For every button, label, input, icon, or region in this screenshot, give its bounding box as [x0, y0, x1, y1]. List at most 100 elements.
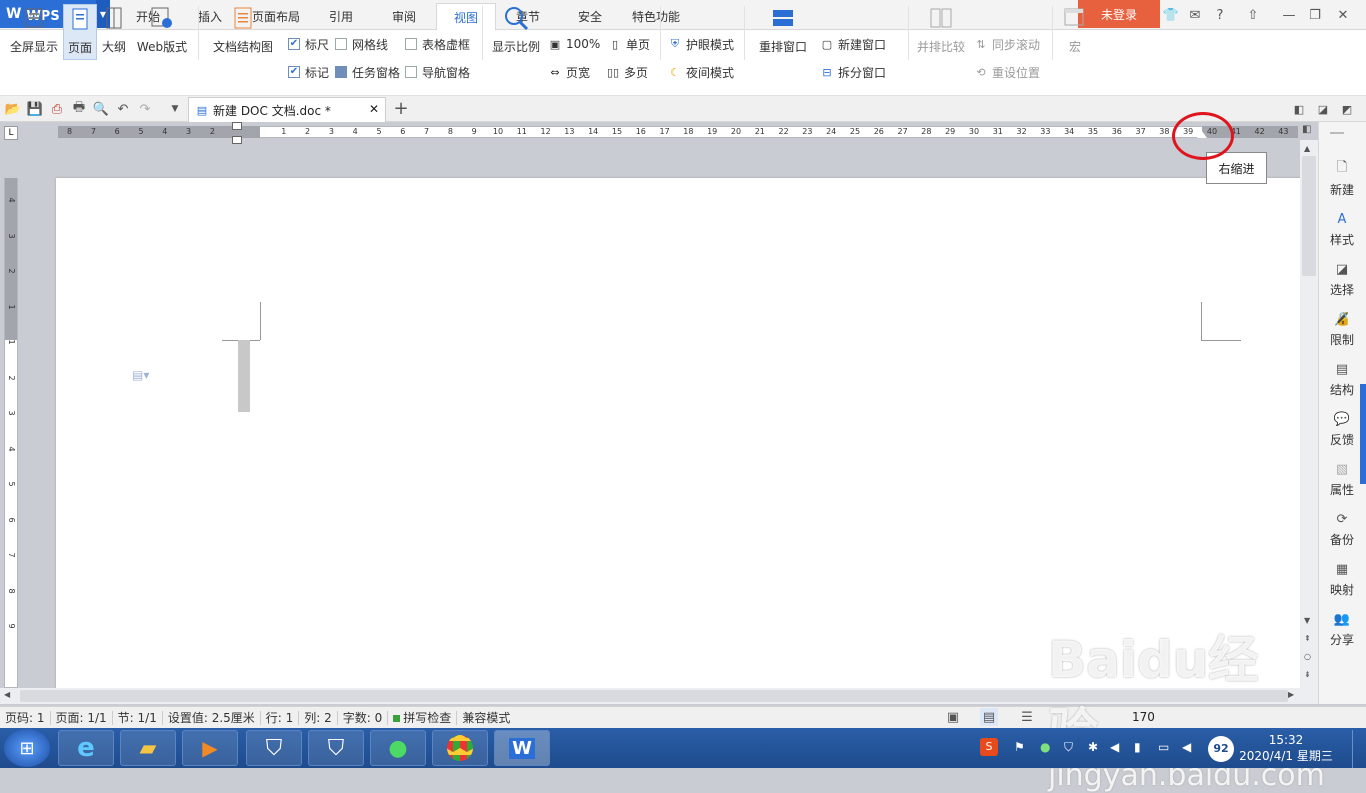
arrange-window-button[interactable]: 重排窗口 — [752, 4, 814, 60]
sidebar-item-select[interactable]: ◪ 选择 — [1318, 252, 1366, 300]
tray-speaker-icon[interactable]: ◀ — [1110, 740, 1119, 754]
sidebar-item-structure[interactable]: ▤ 结构 — [1318, 352, 1366, 400]
new-tab-icon[interactable]: + — [392, 98, 410, 119]
side-by-side-button[interactable]: 并排比较 — [914, 4, 968, 60]
task-pane-checkbox[interactable]: 任务窗格 — [335, 62, 400, 82]
document-tab[interactable]: ▤ 新建 DOC 文档.doc * ✕ — [188, 97, 386, 122]
tray-badge[interactable]: 92 — [1208, 736, 1234, 762]
zoom-button[interactable]: 显示比例 — [490, 4, 542, 60]
outline-icon — [101, 4, 127, 32]
taskbar-wps[interactable]: W — [494, 730, 550, 766]
paste-options-icon[interactable]: ▤▾ — [132, 368, 160, 382]
start-button[interactable]: ⊞ — [4, 729, 50, 767]
night-mode-button[interactable]: ☾ 夜间模式 — [668, 62, 734, 82]
sidebar-item-feedback[interactable]: 💬 反馈 — [1318, 402, 1366, 450]
tray-shield-icon[interactable]: ⛉ — [1064, 740, 1073, 755]
close-icon[interactable]: ✕ — [1334, 6, 1352, 24]
marks-checkbox[interactable]: ✔ 标记 — [288, 62, 329, 82]
restore-icon[interactable]: ❐ — [1306, 6, 1324, 24]
grid-checkbox[interactable]: 网格线 — [335, 34, 388, 54]
vertical-scroll-thumb[interactable] — [1302, 156, 1316, 276]
close-tab-icon[interactable]: ✕ — [369, 102, 379, 116]
tray-usb-icon[interactable]: ▮ — [1134, 740, 1141, 754]
ruler-toggle-icon[interactable]: ◧ — [1302, 124, 1314, 136]
taskbar-security-2[interactable]: ⛉ — [308, 730, 364, 766]
sync-scroll-button[interactable]: ⇅ 同步滚动 — [974, 34, 1040, 54]
sogou-icon[interactable]: S — [980, 738, 998, 756]
arrange-icon — [770, 4, 796, 32]
clock[interactable]: 15:32 2020/4/1 星期三 — [1236, 732, 1336, 766]
taskbar-explorer[interactable]: ▰ — [120, 730, 176, 766]
split-window-button[interactable]: ⊟ 拆分窗口 — [820, 62, 886, 82]
one-page-button[interactable]: ▯ 单页 — [608, 34, 650, 54]
macro-button[interactable]: 宏 — [1058, 4, 1092, 60]
eye-mode-button[interactable]: ⛨ 护眼模式 — [668, 34, 734, 54]
ruler-checkbox[interactable]: ✔ 标尺 — [288, 34, 329, 54]
ruler-number: 2 — [305, 127, 311, 136]
sidebar-item-restrict[interactable]: 🔏 限制 — [1318, 302, 1366, 350]
taskbar-ie[interactable]: e — [58, 730, 114, 766]
tab-references[interactable]: 引用 — [312, 3, 370, 30]
scroll-up-icon[interactable]: ▲ — [1304, 144, 1310, 153]
full-screen-view-icon[interactable]: ▣ — [944, 708, 962, 726]
tray-flag-icon[interactable]: ⚑ — [1014, 740, 1025, 754]
chat-icon[interactable]: ✉ — [1186, 6, 1204, 24]
print-preview-icon[interactable]: 🔍 — [92, 100, 110, 118]
nav-pane-checkbox[interactable]: 导航窗格 — [405, 62, 470, 82]
tray-wechat-icon[interactable]: ● — [1040, 740, 1050, 754]
sidebar-item-backup[interactable]: ⟳ 备份 — [1318, 502, 1366, 550]
doc-icon[interactable]: ◧ — [1290, 100, 1308, 118]
undo-icon[interactable]: ↶ — [114, 100, 132, 118]
show-desktop-button[interactable] — [1352, 730, 1366, 768]
tab-review[interactable]: 审阅 — [374, 3, 434, 30]
reset-position-button[interactable]: ⟲ 重设位置 — [974, 62, 1040, 82]
tray-volume-muted-icon[interactable]: ◀ — [1182, 740, 1191, 754]
tab-security[interactable]: 安全 — [560, 3, 620, 30]
save-icon[interactable]: 💾 — [26, 100, 44, 118]
minimize-icon[interactable]: — — [1280, 6, 1298, 24]
print-icon[interactable]: 🖶 — [70, 100, 88, 118]
scroll-left-icon[interactable]: ◀ — [4, 690, 10, 699]
sidebar-collapse-handle[interactable] — [1360, 384, 1366, 484]
status-word-count[interactable]: 字数: 0 — [338, 710, 389, 725]
taskbar-media-player[interactable]: ▶ — [182, 730, 238, 766]
tray-bluetooth-icon[interactable]: ✱ — [1088, 740, 1098, 754]
export-pdf-icon[interactable]: ⎙ — [48, 100, 66, 118]
page-view-icon[interactable]: ▤ — [980, 708, 998, 726]
tray-network-icon[interactable]: ▭ — [1158, 740, 1169, 754]
taskbar-wechat[interactable]: ● — [370, 730, 426, 766]
page-width-button[interactable]: ⇔ 页宽 — [548, 62, 590, 82]
taskbar-security-1[interactable]: ⛉ — [246, 730, 302, 766]
first-line-indent-marker[interactable] — [232, 122, 242, 130]
sidebar-item-style[interactable]: A 样式 — [1318, 202, 1366, 250]
spell-check-button[interactable]: 拼写检查 — [388, 710, 458, 725]
outline-view-icon[interactable]: ☰ — [1018, 708, 1036, 726]
layout-icon[interactable]: ◪ — [1314, 100, 1332, 118]
redo-icon[interactable]: ↷ — [136, 100, 154, 118]
tab-view[interactable]: 视图 — [436, 3, 496, 30]
zoom-100-button[interactable]: ▣ 100% — [548, 34, 601, 54]
left-indent-marker[interactable] — [232, 136, 242, 144]
help-icon[interactable]: ? — [1210, 6, 1230, 24]
document-page[interactable] — [56, 178, 1300, 690]
tab-special[interactable]: 特色功能 — [622, 3, 690, 30]
open-folder-icon[interactable]: 📂 — [4, 100, 22, 118]
multi-page-button[interactable]: ▯▯ 多页 — [606, 62, 648, 82]
chevron-down-icon[interactable]: ▼ — [166, 100, 184, 118]
shirt-icon[interactable]: 👕 — [1162, 6, 1180, 24]
sidebar-item-mapping[interactable]: ▦ 映射 — [1318, 552, 1366, 600]
web-view-button[interactable]: Web版式 — [134, 4, 190, 60]
page-view-button[interactable]: 页面 — [63, 4, 97, 60]
sidebar-item-properties[interactable]: ▧ 属性 — [1318, 452, 1366, 500]
table-grid-checkbox[interactable]: 表格虚框 — [405, 34, 470, 54]
new-window-button[interactable]: ▢ 新建窗口 — [820, 34, 886, 54]
full-screen-button[interactable]: 全屏显示 — [6, 4, 62, 60]
taskbar-chrome[interactable] — [432, 730, 488, 766]
sidebar-item-new[interactable]: 🗋 新建 — [1318, 152, 1366, 200]
web-icon — [149, 4, 175, 32]
settings-icon[interactable]: ◩ — [1338, 100, 1356, 118]
sidebar-item-share[interactable]: 👥 分享 — [1318, 602, 1366, 650]
outline-view-button[interactable]: 大纲 — [99, 4, 129, 60]
upload-icon[interactable]: ⇧ — [1244, 6, 1262, 24]
doc-map-button[interactable]: 文档结构图 — [206, 4, 280, 60]
